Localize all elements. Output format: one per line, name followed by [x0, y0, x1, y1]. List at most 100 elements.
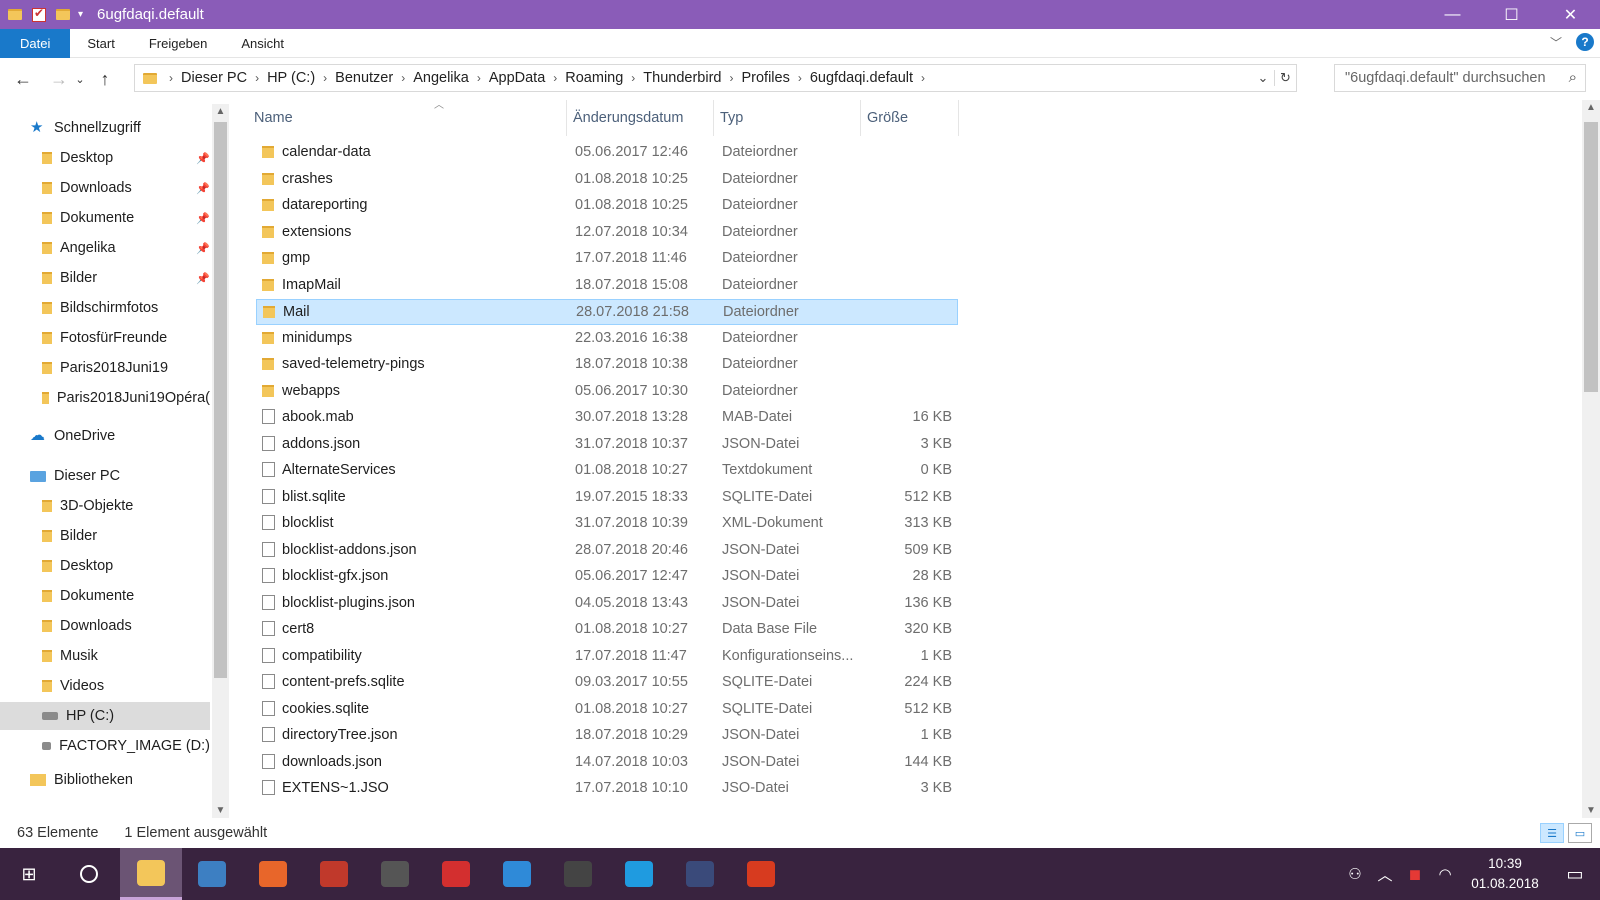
file-row[interactable]: cookies.sqlite 01.08.2018 10:27 SQLITE-Dat…: [256, 697, 958, 723]
nav-item[interactable]: FotosfürFreunde: [0, 324, 210, 352]
file-row[interactable]: minidumps 22.03.2016 16:38 Dateiordner: [256, 326, 958, 352]
file-row[interactable]: blocklist-gfx.json 05.06.2017 12:47 JSON-D…: [256, 564, 958, 590]
taskbar-app-store[interactable]: [608, 848, 670, 900]
breadcrumb-appdata[interactable]: AppData: [485, 70, 549, 86]
chevron-right-icon[interactable]: ›: [397, 71, 409, 85]
file-row[interactable]: abook.mab 30.07.2018 13:28 MAB-Datei 16 KB: [256, 405, 958, 431]
file-row[interactable]: directoryTree.json 18.07.2018 10:29 JSON-D…: [256, 723, 958, 749]
column-divider[interactable]: [566, 100, 567, 136]
file-list-scrollbar[interactable]: ▲ ▼: [1582, 100, 1600, 818]
start-button[interactable]: ⊞: [0, 848, 58, 900]
column-divider[interactable]: [713, 100, 714, 136]
file-row[interactable]: blocklist 31.07.2018 10:39 XML-Dokument 313…: [256, 511, 958, 537]
chevron-right-icon[interactable]: ›: [725, 71, 737, 85]
taskbar-app-media[interactable]: [669, 848, 731, 900]
file-row[interactable]: EXTENS~1.JSO 17.07.2018 10:10 JSO-Datei 3 K…: [256, 776, 958, 802]
taskbar-app-firefox[interactable]: [242, 848, 304, 900]
nav-item[interactable]: Downloads: [0, 612, 210, 640]
chevron-right-icon[interactable]: ›: [794, 71, 806, 85]
recent-locations-icon[interactable]: ⌄: [72, 73, 88, 86]
file-row[interactable]: blist.sqlite 19.07.2015 18:33 SQLITE-Datei…: [256, 485, 958, 511]
clock[interactable]: 10:39 01.08.2018: [1460, 854, 1550, 894]
file-row[interactable]: AlternateServices 01.08.2018 10:27 Textdok…: [256, 458, 958, 484]
file-row[interactable]: compatibility 17.07.2018 11:47 Konfigurati…: [256, 644, 958, 670]
nav-scrollbar[interactable]: ▲ ▼: [212, 104, 229, 818]
column-header-size[interactable]: Größe: [867, 100, 957, 136]
refresh-icon[interactable]: ↻: [1274, 70, 1296, 86]
chevron-right-icon[interactable]: ›: [473, 71, 485, 85]
minimize-button[interactable]: —: [1423, 0, 1482, 29]
chevron-right-icon[interactable]: ›: [549, 71, 561, 85]
chevron-right-icon[interactable]: ›: [627, 71, 639, 85]
breadcrumb-benutzer[interactable]: Benutzer: [331, 70, 397, 86]
file-row[interactable]: datareporting 01.08.2018 10:25 Dateiordner: [256, 193, 958, 219]
nav-item[interactable]: Downloads 📌: [0, 174, 210, 202]
file-row[interactable]: calendar-data 05.06.2017 12:46 Dateiordner: [256, 140, 958, 166]
taskbar-app-explorer[interactable]: [120, 848, 182, 900]
tab-ansicht[interactable]: Ansicht: [224, 29, 301, 58]
taskbar-app-avira[interactable]: [425, 848, 487, 900]
column-divider[interactable]: [860, 100, 861, 136]
file-row[interactable]: Mail 28.07.2018 21:58 Dateiordner: [256, 299, 958, 325]
nav-item[interactable]: ★ Schnellzugriff: [0, 114, 210, 142]
properties-icon[interactable]: [32, 6, 46, 22]
search-icon[interactable]: ⌕: [1569, 69, 1577, 86]
people-icon[interactable]: ⚇: [1340, 865, 1370, 883]
nav-scrollbar-thumb[interactable]: [214, 122, 227, 678]
scroll-up-icon[interactable]: ▲: [212, 106, 229, 117]
help-icon[interactable]: ?: [1576, 33, 1594, 51]
address-bar[interactable]: › Dieser PC › HP (C:) › Benutzer › Angel…: [134, 64, 1297, 92]
file-row[interactable]: blocklist-addons.json 28.07.2018 20:46 JSO…: [256, 538, 958, 564]
chevron-right-icon[interactable]: ›: [251, 71, 263, 85]
nav-item[interactable]: FACTORY_IMAGE (D:): [0, 732, 210, 760]
nav-item[interactable]: Desktop 📌: [0, 144, 210, 172]
file-row[interactable]: addons.json 31.07.2018 10:37 JSON-Datei 3 K…: [256, 432, 958, 458]
nav-item[interactable]: Musik: [0, 642, 210, 670]
nav-item[interactable]: Dokumente 📌: [0, 204, 210, 232]
taskbar-app-mail[interactable]: [547, 848, 609, 900]
breadcrumb-roaming[interactable]: Roaming: [561, 70, 627, 86]
nav-item[interactable]: Bildschirmfotos: [0, 294, 210, 322]
file-row[interactable]: crashes 01.08.2018 10:25 Dateiordner: [256, 167, 958, 193]
details-view-button[interactable]: ☰: [1540, 823, 1564, 843]
tab-start[interactable]: Start: [70, 29, 131, 58]
quick-access-dropdown-icon[interactable]: ▾: [78, 9, 83, 20]
taskbar-app-app-blue[interactable]: [486, 848, 548, 900]
nav-item[interactable]: Dieser PC: [0, 462, 210, 490]
notification-icon[interactable]: ▭: [1550, 864, 1600, 885]
nav-item[interactable]: Paris2018Juni19: [0, 354, 210, 382]
breadcrumb-current[interactable]: 6ugfdaqi.default: [806, 70, 917, 86]
tab-datei[interactable]: Datei: [0, 28, 71, 58]
forward-button[interactable]: →: [46, 69, 72, 90]
column-header-name[interactable]: Name ︿: [254, 100, 564, 136]
file-row[interactable]: ImapMail 18.07.2018 15:08 Dateiordner: [256, 273, 958, 299]
breadcrumb-profiles[interactable]: Profiles: [737, 70, 793, 86]
large-icons-view-button[interactable]: ▭: [1568, 823, 1592, 843]
maximize-button[interactable]: ☐: [1482, 0, 1541, 29]
file-row[interactable]: blocklist-plugins.json 04.05.2018 13:43 JS…: [256, 591, 958, 617]
nav-item[interactable]: Desktop: [0, 552, 210, 580]
nav-item[interactable]: Dokumente: [0, 582, 210, 610]
breadcrumb-angelika[interactable]: Angelika: [409, 70, 473, 86]
taskbar-app-calculator[interactable]: [364, 848, 426, 900]
chevron-right-icon[interactable]: ›: [319, 71, 331, 85]
scroll-up-icon[interactable]: ▲: [1582, 102, 1600, 113]
up-button[interactable]: ↑: [92, 69, 118, 90]
chevron-right-icon[interactable]: ›: [917, 71, 929, 85]
file-row[interactable]: content-prefs.sqlite 09.03.2017 10:55 SQLI…: [256, 670, 958, 696]
taskbar-app-app-red[interactable]: [303, 848, 365, 900]
scroll-down-icon[interactable]: ▼: [212, 805, 229, 816]
scroll-down-icon[interactable]: ▼: [1582, 805, 1600, 816]
file-row[interactable]: extensions 12.07.2018 10:34 Dateiordner: [256, 220, 958, 246]
nav-item[interactable]: Bibliotheken: [0, 766, 210, 794]
nav-item[interactable]: HP (C:): [0, 702, 210, 730]
breadcrumb-hp-c[interactable]: HP (C:): [263, 70, 319, 86]
column-divider[interactable]: [958, 100, 959, 136]
breadcrumb-dieser-pc[interactable]: Dieser PC: [177, 70, 251, 86]
back-button[interactable]: ←: [10, 69, 36, 90]
nav-item[interactable]: Bilder 📌: [0, 264, 210, 292]
file-row[interactable]: downloads.json 14.07.2018 10:03 JSON-Datei…: [256, 750, 958, 776]
search-button[interactable]: [58, 848, 120, 900]
file-list-scrollbar-thumb[interactable]: [1584, 122, 1598, 392]
nav-item[interactable]: Angelika 📌: [0, 234, 210, 262]
